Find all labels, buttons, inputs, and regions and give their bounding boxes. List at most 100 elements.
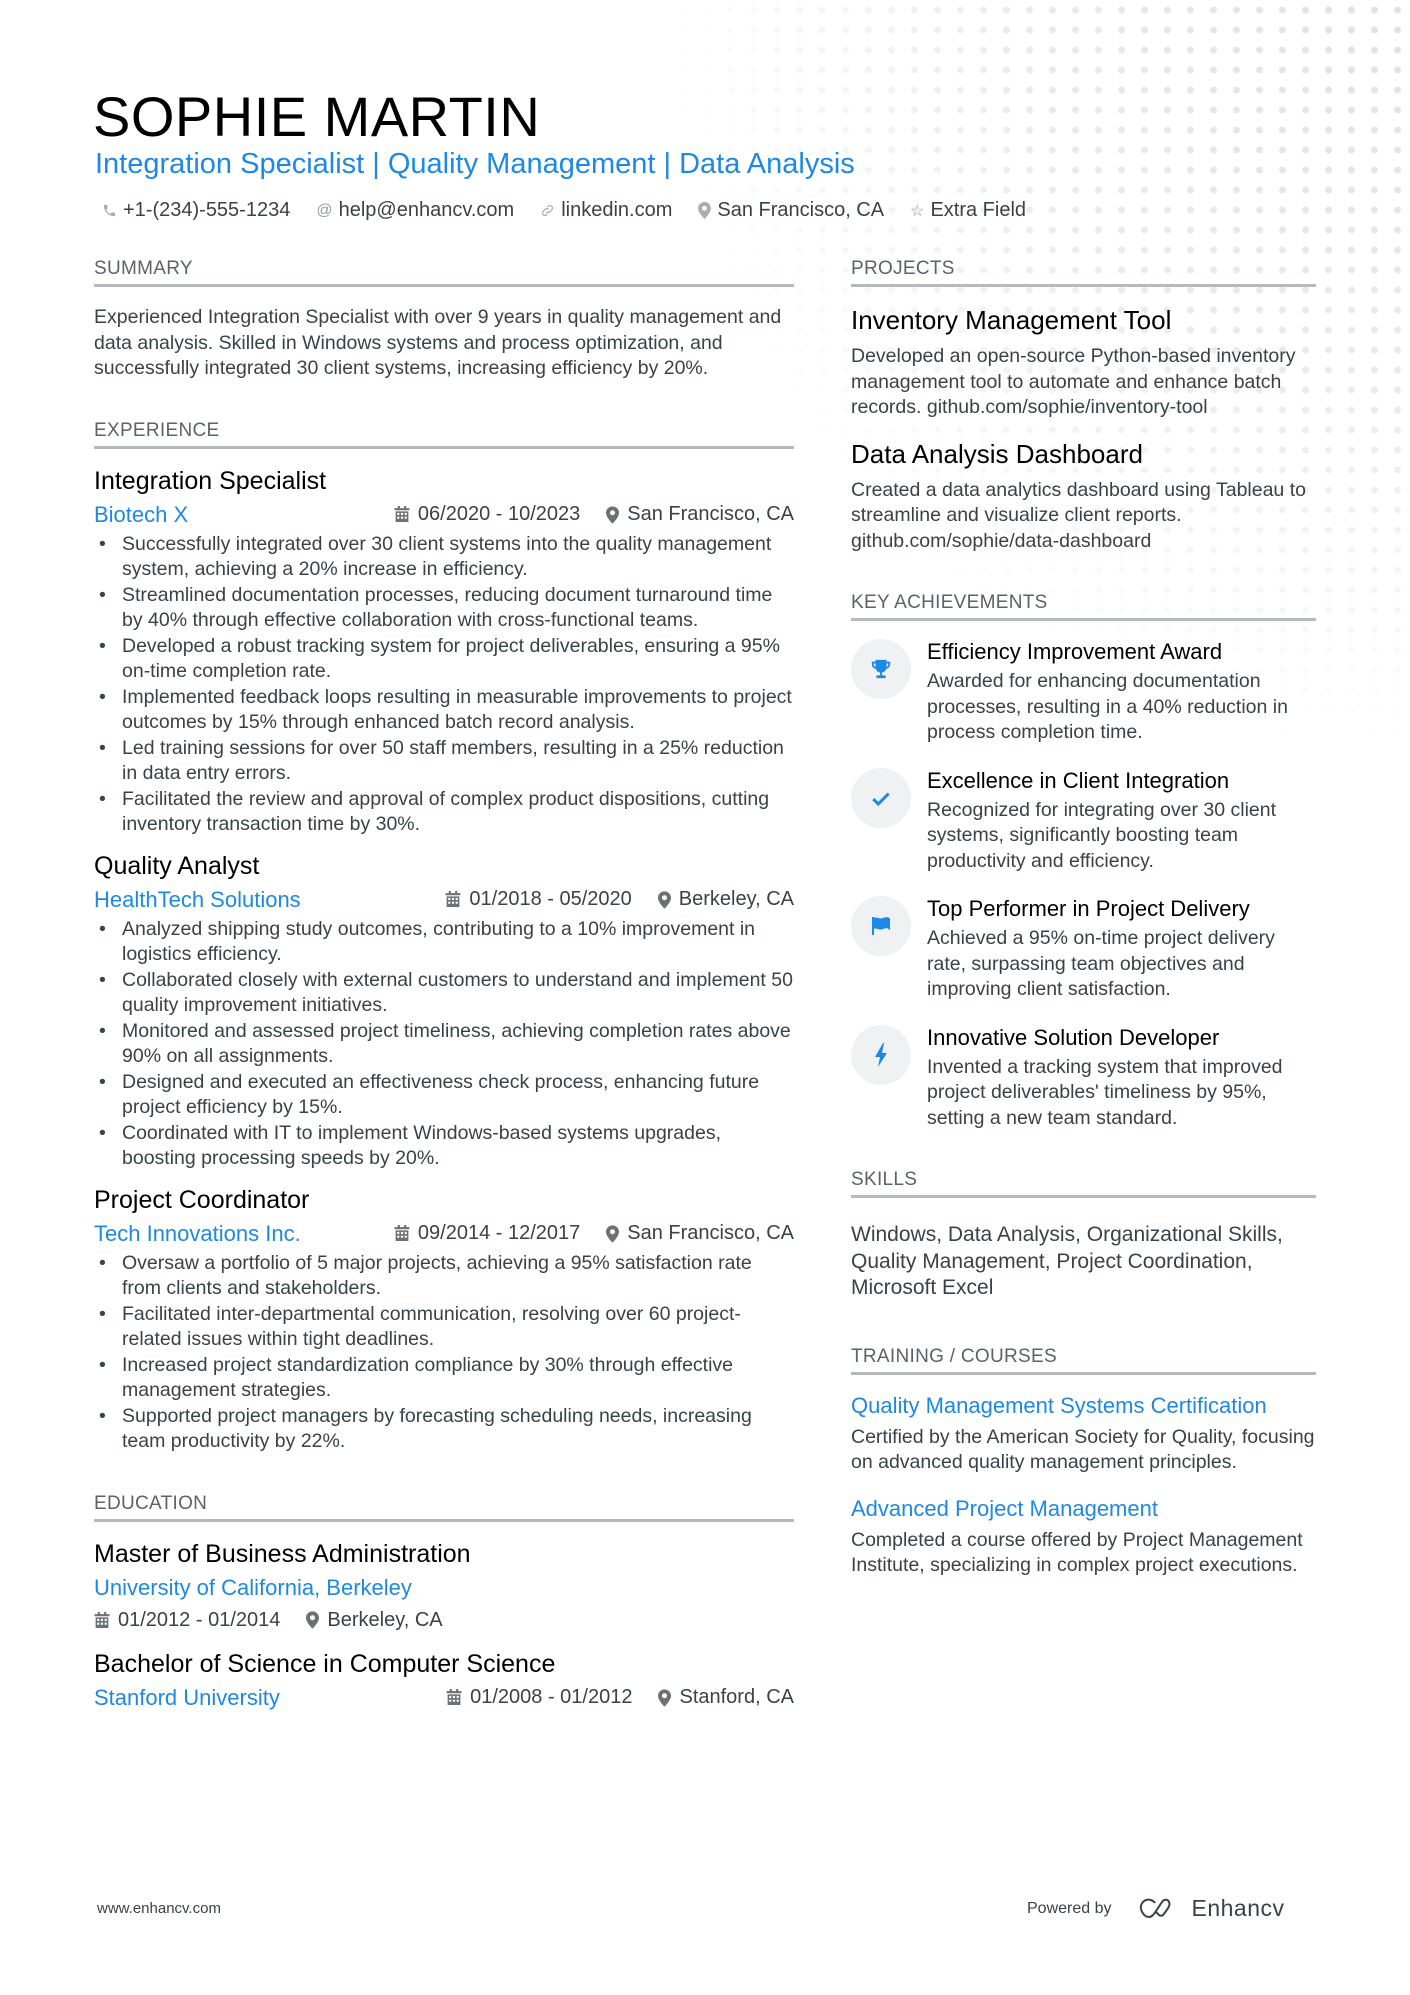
project-title: Inventory Management Tool [851,305,1172,335]
headline: Integration Specialist | Quality Managem… [95,148,855,180]
linkedin-text: linkedin.com [561,199,673,221]
project-entry: Data Analysis Dashboard Created a data a… [851,439,1316,555]
achievement-entry: Efficiency Improvement Award Awarded for… [851,639,1316,746]
achievement-description: Invented a tracking system that improved… [927,1055,1283,1129]
calendar-icon [94,1611,110,1628]
phone-text: +1-(234)-555-1234 [123,199,291,221]
left-column: SUMMARY Experienced Integration Speciali… [94,258,794,1729]
education-dates: 01/2008 - 01/2012 [470,1686,633,1708]
course-description: Certified by the American Society for Qu… [851,1425,1315,1474]
training-heading: TRAINING / COURSES [851,1346,1316,1375]
course-title[interactable]: Advanced Project Management [851,1496,1316,1522]
summary-text: Experienced Integration Specialist with … [94,306,782,379]
course-entry: Advanced Project Management Completed a … [851,1496,1316,1579]
education-entry: Bachelor of Science in Computer Science … [94,1650,794,1711]
achievement-description: Recognized for integrating over 30 clien… [927,798,1277,872]
contact-phone[interactable]: +1-(234)-555-1234 [102,199,290,222]
bullet-item: Implemented feedback loops resulting in … [94,685,794,736]
bullet-item: Increased project standardization compli… [94,1353,794,1404]
experience-heading: EXPERIENCE [94,420,794,449]
company-name[interactable]: HealthTech Solutions [94,887,301,913]
calendar-icon [394,506,410,522]
link-icon [540,203,555,218]
bullet-item: Coordinated with IT to implement Windows… [94,1121,794,1172]
achievement-entry: Innovative Solution Developer Invented a… [851,1024,1316,1132]
course-entry: Quality Management Systems Certification… [851,1393,1316,1476]
job-dates: 09/2014 - 12/2017 [417,1222,581,1244]
bullet-item: Monitored and assessed project timelines… [94,1019,794,1070]
location-icon [657,890,671,909]
projects-heading: PROJECTS [851,258,1316,287]
job-bullets: Successfully integrated over 30 client s… [94,532,794,838]
achievement-entry: Excellence in Client Integration Recogni… [851,767,1316,875]
calendar-icon [394,1225,410,1241]
job-meta: Tech Innovations Inc. 09/2014 - 12/2017 … [94,1221,794,1247]
calendar-icon [446,1689,462,1705]
job-title: Project Coordinator [94,1185,310,1214]
course-description: Completed a course offered by Project Ma… [851,1528,1303,1577]
job-location: San Francisco, CA [627,503,794,525]
bullet-item: Led training sessions for over 50 staff … [94,736,794,787]
footer-website[interactable]: www.enhancv.com [97,1900,221,1917]
company-name[interactable]: Biotech X [94,502,188,528]
achievements-heading: KEY ACHIEVEMENTS [851,592,1316,621]
education-entry: Master of Business Administration Univer… [94,1540,794,1632]
bullet-item: Developed a robust tracking system for p… [94,634,794,685]
candidate-name: SOPHIE MARTIN [93,85,541,148]
location-icon [606,1224,620,1243]
school-name[interactable]: University of California, Berkeley [94,1575,794,1601]
trophy-icon [871,659,891,679]
location-text: San Francisco, CA [717,199,885,221]
phone-icon [102,203,117,218]
enhancv-logo-icon [1139,1898,1170,1918]
job-bullets: Analyzed shipping study outcomes, contri… [94,917,794,1172]
job-meta: HealthTech Solutions 01/2018 - 05/2020 B… [94,887,794,913]
contact-extra: ☆ Extra Field [910,199,1026,222]
star-icon: ☆ [910,202,925,220]
project-title: Data Analysis Dashboard [851,438,1143,469]
location-icon [606,505,620,524]
bullet-item: Supported project managers by forecastin… [94,1404,794,1455]
contact-bar: +1-(234)-555-1234 @ help@enhancv.com lin… [102,199,1026,222]
contact-linkedin[interactable]: linkedin.com [540,199,672,222]
contact-email[interactable]: @ help@enhancv.com [316,199,514,222]
calendar-icon [445,891,461,907]
education-dates: 01/2012 - 01/2014 [118,1608,281,1631]
job-entry: Project Coordinator Tech Innovations Inc… [94,1186,794,1455]
school-name[interactable]: Stanford University [94,1685,280,1711]
powered-by-label: Powered by [1027,1899,1112,1917]
bullet-item: Oversaw a portfolio of 5 major projects,… [94,1251,794,1302]
degree-title: Bachelor of Science in Computer Science [94,1649,556,1678]
email-text: help@enhancv.com [338,199,515,221]
achievement-title: Excellence in Client Integration [927,767,1230,793]
skills-list: Windows, Data Analysis, Organizational S… [851,1223,1283,1299]
contact-location: San Francisco, CA [698,199,884,222]
achievement-description: Awarded for enhancing documentation proc… [927,670,1288,743]
location-icon [658,1688,672,1707]
job-title: Quality Analyst [94,851,260,880]
achievement-description: Achieved a 95% on-time project delivery … [927,927,1275,1000]
summary-heading: SUMMARY [94,258,794,287]
company-name[interactable]: Tech Innovations Inc. [94,1221,301,1247]
checkmark-icon [872,792,890,806]
bullet-item: Collaborated closely with external custo… [94,968,794,1019]
job-bullets: Oversaw a portfolio of 5 major projects,… [94,1251,794,1455]
achievement-title: Top Performer in Project Delivery [927,896,1250,921]
education-location: Berkeley, CA [327,1608,443,1631]
bullet-item: Successfully integrated over 30 client s… [94,532,794,583]
extra-text: Extra Field [930,199,1027,221]
job-dates: 06/2020 - 10/2023 [417,503,581,525]
flag-icon [872,917,890,935]
resume-page: SOPHIE MARTIN Integration Specialist | Q… [0,0,1410,1995]
bullet-item: Streamlined documentation processes, red… [94,583,794,634]
education-heading: EDUCATION [94,1493,794,1522]
achievement-entry: Top Performer in Project Delivery Achiev… [851,896,1316,1003]
education-location: Stanford, CA [679,1686,794,1708]
lightning-icon [875,1042,887,1067]
bullet-item: Facilitated the review and approval of c… [94,787,794,838]
right-column: PROJECTS Inventory Management Tool Devel… [851,258,1316,1599]
degree-title: Master of Business Administration [94,1539,471,1568]
brand-logo[interactable]: Enhancv [1138,1895,1285,1922]
location-icon [698,202,712,219]
course-title[interactable]: Quality Management Systems Certification [851,1393,1316,1419]
